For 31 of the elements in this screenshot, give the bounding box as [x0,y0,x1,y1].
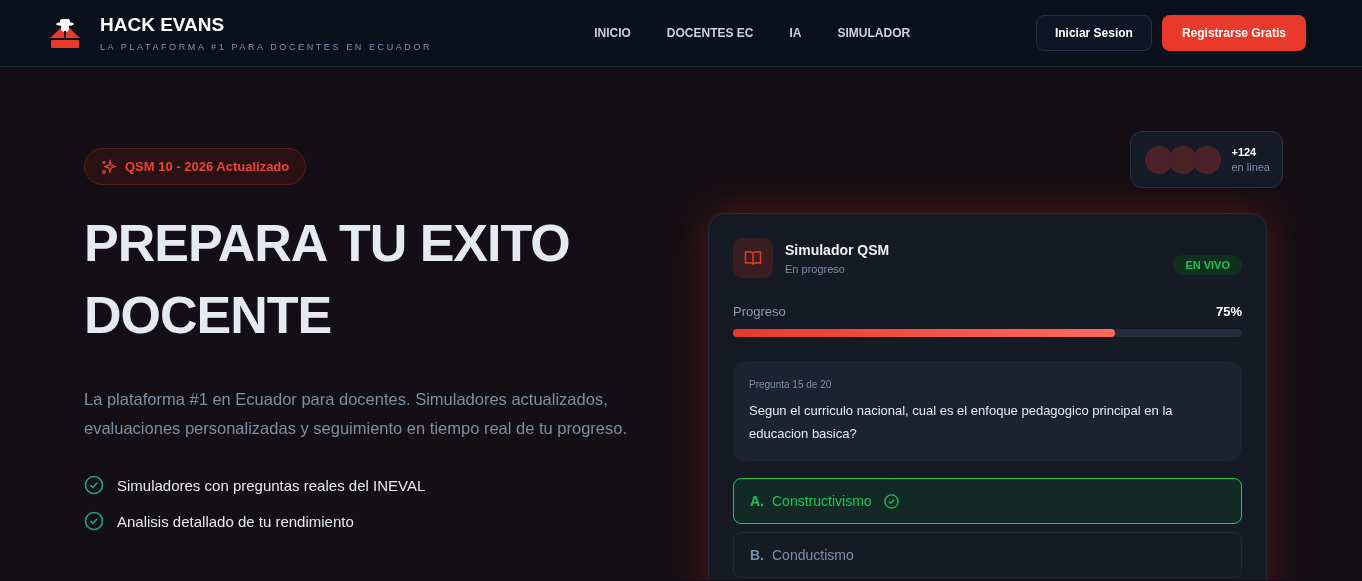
logo-icon[interactable] [48,16,82,50]
tagline: LA PLATAFORMA #1 PARA DOCENTES EN ECUADOR [100,42,433,52]
question-number: Pregunta 15 de 20 [749,379,833,390]
nav-link[interactable]: INICIO [594,26,631,40]
online-count: +124 [1231,146,1258,158]
sparkle-icon [101,158,117,175]
card-title: Simulador QSM [785,241,890,258]
badge-text: QSM 10 - 2026 Actualizado [125,159,290,174]
nav-link[interactable]: DOCENTES EC [666,26,754,40]
register-button[interactable]: Registrarse Gratis [1161,15,1306,51]
book-icon [733,238,773,278]
hero-description: La plataforma #1 en Ecuador para docentes. Simuladores actualizados, evaluaciones personalizadas y seguimiento en tiempo real de tu progreso. [84,389,628,439]
hero-title: PREPARA TU EXITO DOCENTE [84,213,571,346]
check-circle-icon [84,511,104,531]
nav-link[interactable]: IA [789,26,802,40]
check-circle-icon [84,475,104,495]
answer-option[interactable]: A. Constructivismo [733,478,1242,524]
live-badge: EN VIVO [1173,255,1242,275]
online-label: en linea [1231,161,1270,173]
avatar [1193,145,1222,174]
login-button[interactable]: Iniciar Sesion [1035,15,1152,51]
progress-label: Progreso [733,304,786,319]
check-circle-icon [883,493,899,509]
question-text: Segun el curriculo nacional, cual es el enfoque pedagogico principal en la educacion basica? [749,402,1174,443]
answer-option[interactable]: B. Conductismo [733,532,1242,578]
brand-title: HACK EVANS [100,14,226,36]
card-subtitle: En progreso [785,262,846,275]
nav-link[interactable]: SIMULADOR [837,26,911,40]
progress-value: 75% [1215,304,1242,319]
feature-text: Simuladores con preguntas reales del INEVAL [117,476,426,494]
feature-text: Analisis detallado de tu rendimiento [117,512,354,530]
